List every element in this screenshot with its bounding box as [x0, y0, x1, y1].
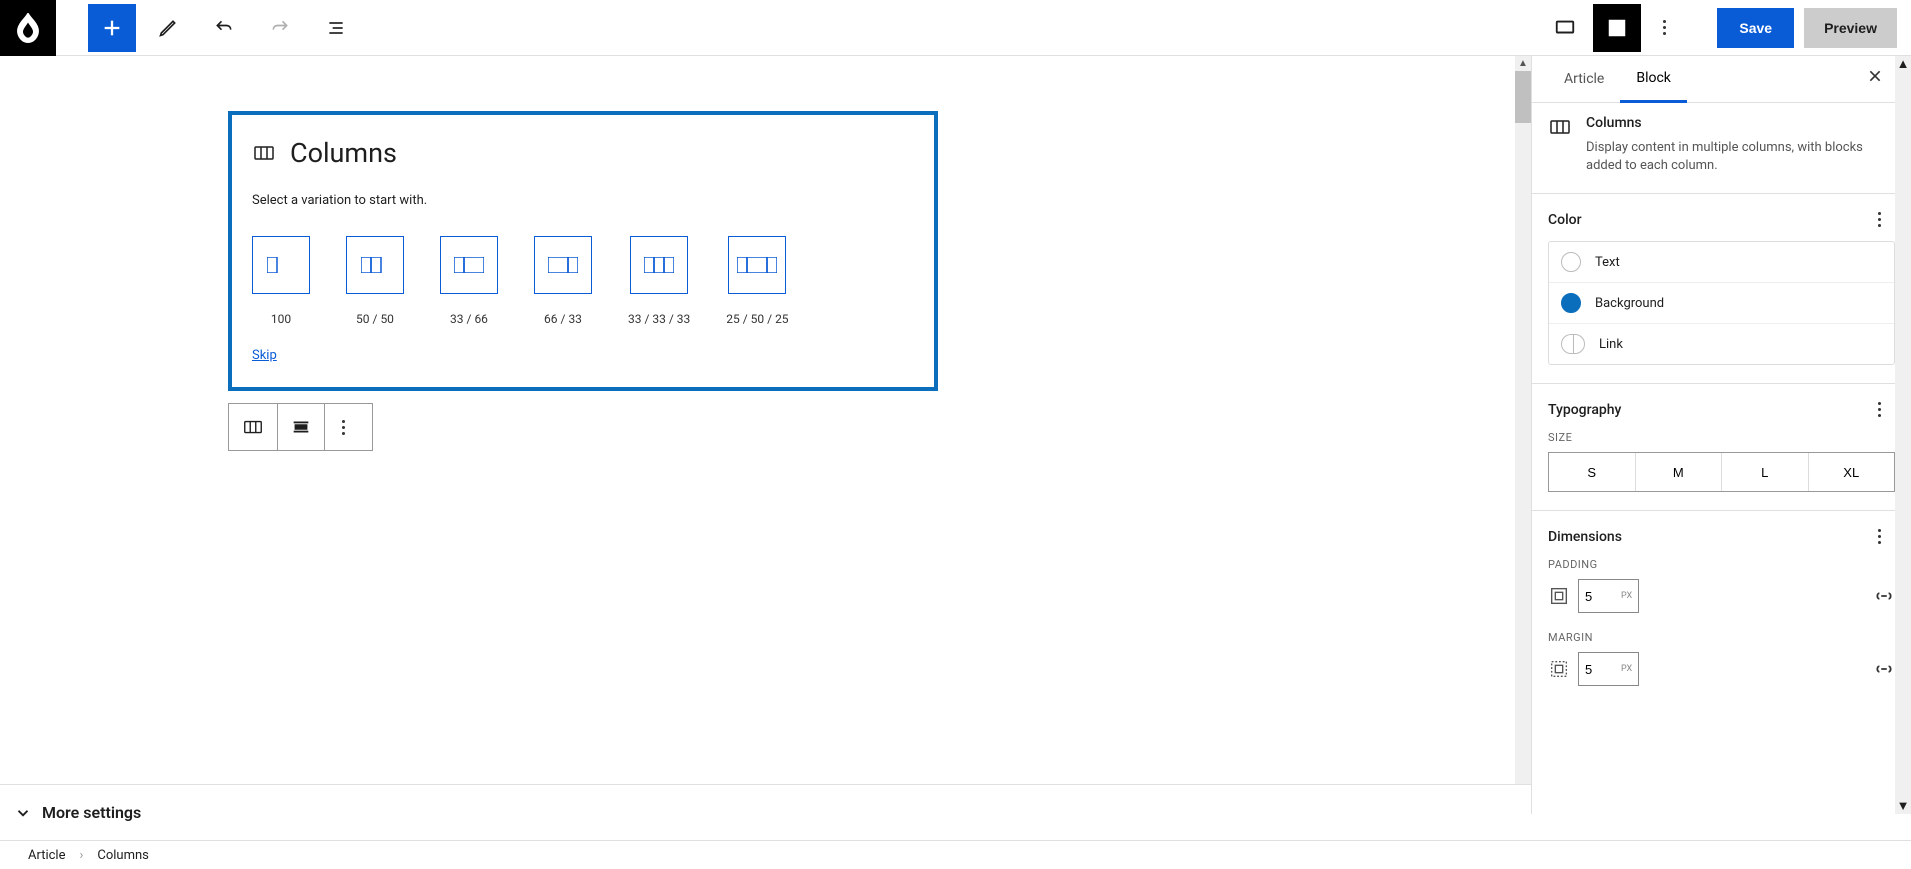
size-label: SIZE [1548, 431, 1895, 444]
sidebar-block-name: Columns [1586, 115, 1895, 131]
more-settings-label: More settings [42, 803, 141, 822]
typography-panel-menu[interactable] [1874, 398, 1885, 421]
variation-3[interactable]: 66 / 33 [534, 236, 592, 326]
variation-2[interactable]: 33 / 66 [440, 236, 498, 326]
breadcrumb-current: Columns [97, 848, 149, 863]
margin-input[interactable] [1579, 662, 1621, 677]
typography-panel-title: Typography [1548, 402, 1621, 418]
tab-block[interactable]: Block [1620, 56, 1687, 103]
color-link-swatch [1561, 334, 1585, 354]
margin-label: MARGIN [1548, 631, 1895, 644]
dimensions-panel-menu[interactable] [1874, 525, 1885, 548]
more-menu-button[interactable] [1645, 4, 1693, 52]
breadcrumb-root[interactable]: Article [28, 848, 65, 863]
breadcrumb: Article › Columns [0, 840, 1911, 869]
margin-unit[interactable]: PX [1621, 664, 1638, 674]
more-settings-toggle[interactable]: More settings [0, 784, 1531, 840]
dimensions-panel-title: Dimensions [1548, 529, 1622, 545]
color-background-row[interactable]: Background [1549, 282, 1894, 323]
add-block-button[interactable] [88, 4, 136, 52]
padding-unit[interactable]: PX [1621, 591, 1638, 601]
settings-sidebar: Article Block Columns Display content in… [1531, 56, 1911, 814]
sidebar-scrollbar[interactable]: ▲▼ [1895, 56, 1911, 814]
block-title: Columns [290, 137, 397, 169]
margin-icon [1548, 658, 1570, 680]
settings-panel-toggle[interactable] [1593, 4, 1641, 52]
preview-button[interactable]: Preview [1804, 8, 1897, 48]
edit-pencil-button[interactable] [144, 4, 192, 52]
color-background-label: Background [1595, 296, 1664, 311]
color-text-swatch [1561, 252, 1581, 272]
drupal-logo[interactable] [0, 0, 56, 56]
color-link-label: Link [1599, 337, 1623, 352]
chevron-down-icon [14, 804, 32, 822]
variation-1[interactable]: 50 / 50 [346, 236, 404, 326]
redo-button[interactable] [256, 4, 304, 52]
skip-link[interactable]: Skip [252, 348, 277, 363]
link-sides-icon[interactable] [1873, 658, 1895, 680]
size-l-button[interactable]: L [1721, 453, 1808, 491]
undo-button[interactable] [200, 4, 248, 52]
top-toolbar: Save Preview [0, 0, 1911, 56]
padding-label: PADDING [1548, 558, 1895, 571]
editor-canvas: Columns Select a variation to start with… [0, 56, 1531, 814]
block-floating-toolbar [228, 403, 373, 451]
color-text-row[interactable]: Text [1549, 242, 1894, 282]
color-text-label: Text [1595, 255, 1620, 270]
color-panel-title: Color [1548, 212, 1582, 228]
columns-icon [252, 141, 276, 165]
padding-input[interactable] [1579, 589, 1621, 604]
size-m-button[interactable]: M [1635, 453, 1722, 491]
block-type-button[interactable] [229, 404, 277, 450]
size-xl-button[interactable]: XL [1808, 453, 1895, 491]
desktop-view-button[interactable] [1541, 4, 1589, 52]
sidebar-block-desc: Display content in multiple columns, wit… [1586, 139, 1895, 175]
columns-block-placeholder[interactable]: Columns Select a variation to start with… [228, 111, 938, 391]
size-s-button[interactable]: S [1549, 453, 1635, 491]
color-link-row[interactable]: Link [1549, 323, 1894, 364]
tab-article[interactable]: Article [1548, 57, 1620, 101]
outline-button[interactable] [312, 4, 360, 52]
save-button[interactable]: Save [1717, 8, 1794, 48]
close-sidebar-button[interactable] [1867, 68, 1883, 88]
chevron-right-icon: › [79, 848, 83, 863]
variation-5[interactable]: 25 / 50 / 25 [726, 236, 788, 326]
align-button[interactable] [277, 404, 325, 450]
block-more-button[interactable] [324, 404, 372, 450]
color-panel-menu[interactable] [1874, 208, 1885, 231]
link-sides-icon[interactable] [1873, 585, 1895, 607]
variation-0[interactable]: 100 [252, 236, 310, 326]
variation-4[interactable]: 33 / 33 / 33 [628, 236, 690, 326]
padding-icon [1548, 585, 1570, 607]
canvas-scrollbar[interactable]: ▲▼ [1515, 56, 1531, 814]
columns-icon [1548, 115, 1572, 139]
color-background-swatch [1561, 293, 1581, 313]
block-subtitle: Select a variation to start with. [252, 193, 914, 208]
